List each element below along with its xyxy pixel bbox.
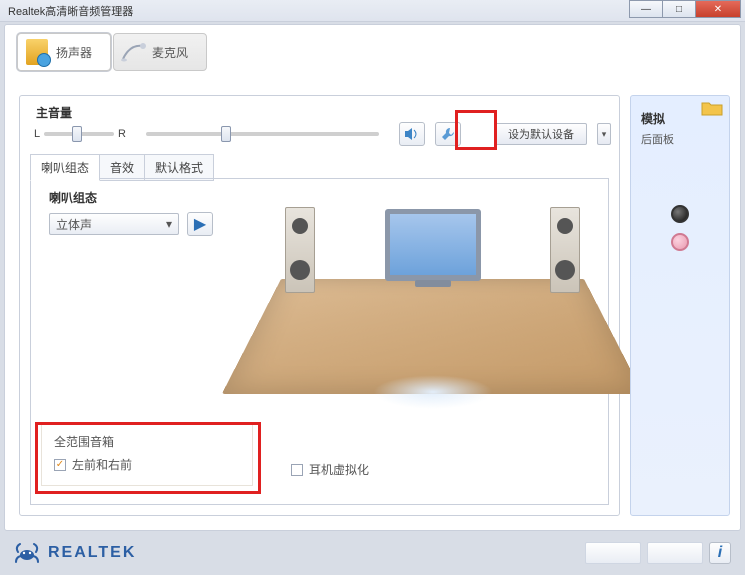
speaker-config-value: 立体声 <box>56 216 92 233</box>
tab-default-format[interactable]: 默认格式 <box>144 154 214 181</box>
footer-button-1[interactable] <box>585 542 641 564</box>
window-title: Realtek高清晰音频管理器 <box>8 3 133 19</box>
headphone-virt-checkbox[interactable]: ✓ <box>291 464 303 476</box>
balance-L: L <box>34 128 40 140</box>
main-volume-label: 主音量 <box>36 104 72 121</box>
tab-speaker[interactable]: 扬声器 <box>17 33 111 71</box>
balance-slider[interactable]: L R <box>34 123 126 145</box>
fullrange-title: 全范围音箱 <box>54 433 240 450</box>
brand-text: REALTEK <box>48 544 136 562</box>
set-default-label: 设为默认设备 <box>508 126 574 142</box>
close-button[interactable]: ✕ <box>695 0 741 18</box>
fullrange-front-label: 左前和右前 <box>72 456 132 473</box>
play-icon: ▶ <box>194 214 206 234</box>
jack-black[interactable] <box>671 205 689 223</box>
tab-microphone[interactable]: 麦克风 <box>113 33 207 71</box>
right-speaker-icon[interactable] <box>550 207 580 293</box>
info-button[interactable]: i <box>709 542 731 564</box>
speaker-icon <box>24 39 50 65</box>
checkbox-icon: ✓ <box>54 459 66 471</box>
realtek-crab-icon <box>14 542 40 564</box>
mic-icon <box>120 39 146 65</box>
monitor-icon <box>385 209 481 281</box>
main-panel: 主音量 L R 设为默认设备 ▾ 喇叭组态 音 <box>19 95 620 516</box>
window-titlebar: Realtek高清晰音频管理器 — □ ✕ <box>0 0 745 22</box>
headphone-virt-label: 耳机虚拟化 <box>309 461 369 478</box>
minimize-button[interactable]: — <box>629 0 663 18</box>
tab-speaker-label: 扬声器 <box>56 44 92 61</box>
tab-mic-label: 麦克风 <box>152 44 188 61</box>
footer-button-2[interactable] <box>647 542 703 564</box>
speaker-config-select[interactable]: 立体声 ▾ <box>49 213 179 235</box>
config-body: 喇叭组态 立体声 ▾ ▶ 全范围音箱 ✓ 左前和右前 <box>30 178 609 505</box>
tab-sound-effects[interactable]: 音效 <box>99 154 145 181</box>
balance-R: R <box>118 128 126 140</box>
jack-pink[interactable] <box>671 233 689 251</box>
rear-panel-label: 后面板 <box>641 131 729 147</box>
connector-panel: 模拟 后面板 <box>630 95 730 516</box>
brand-logo: REALTEK <box>14 542 136 564</box>
room-visualization <box>281 193 584 423</box>
maximize-button[interactable]: □ <box>662 0 696 18</box>
fullrange-group: 全范围音箱 ✓ 左前和右前 <box>41 422 253 486</box>
main-content: 扬声器 麦克风 主音量 L R <box>4 24 741 531</box>
folder-icon[interactable] <box>701 100 723 116</box>
set-default-button[interactable]: 设为默认设备 <box>495 123 587 145</box>
main-volume-slider[interactable] <box>146 132 379 136</box>
test-play-button[interactable]: ▶ <box>187 212 213 236</box>
set-default-dropdown[interactable]: ▾ <box>597 123 611 145</box>
footer: REALTEK i <box>4 535 741 571</box>
left-speaker-icon[interactable] <box>285 207 315 293</box>
advanced-settings-button[interactable] <box>435 122 461 146</box>
fullrange-front-checkbox[interactable]: ✓ 左前和右前 <box>54 456 240 473</box>
chevron-down-icon: ▾ <box>166 217 172 231</box>
wrench-icon <box>441 127 455 141</box>
mute-button[interactable] <box>399 122 425 146</box>
volume-icon <box>404 127 420 141</box>
tab-speaker-config[interactable]: 喇叭组态 <box>30 154 100 181</box>
